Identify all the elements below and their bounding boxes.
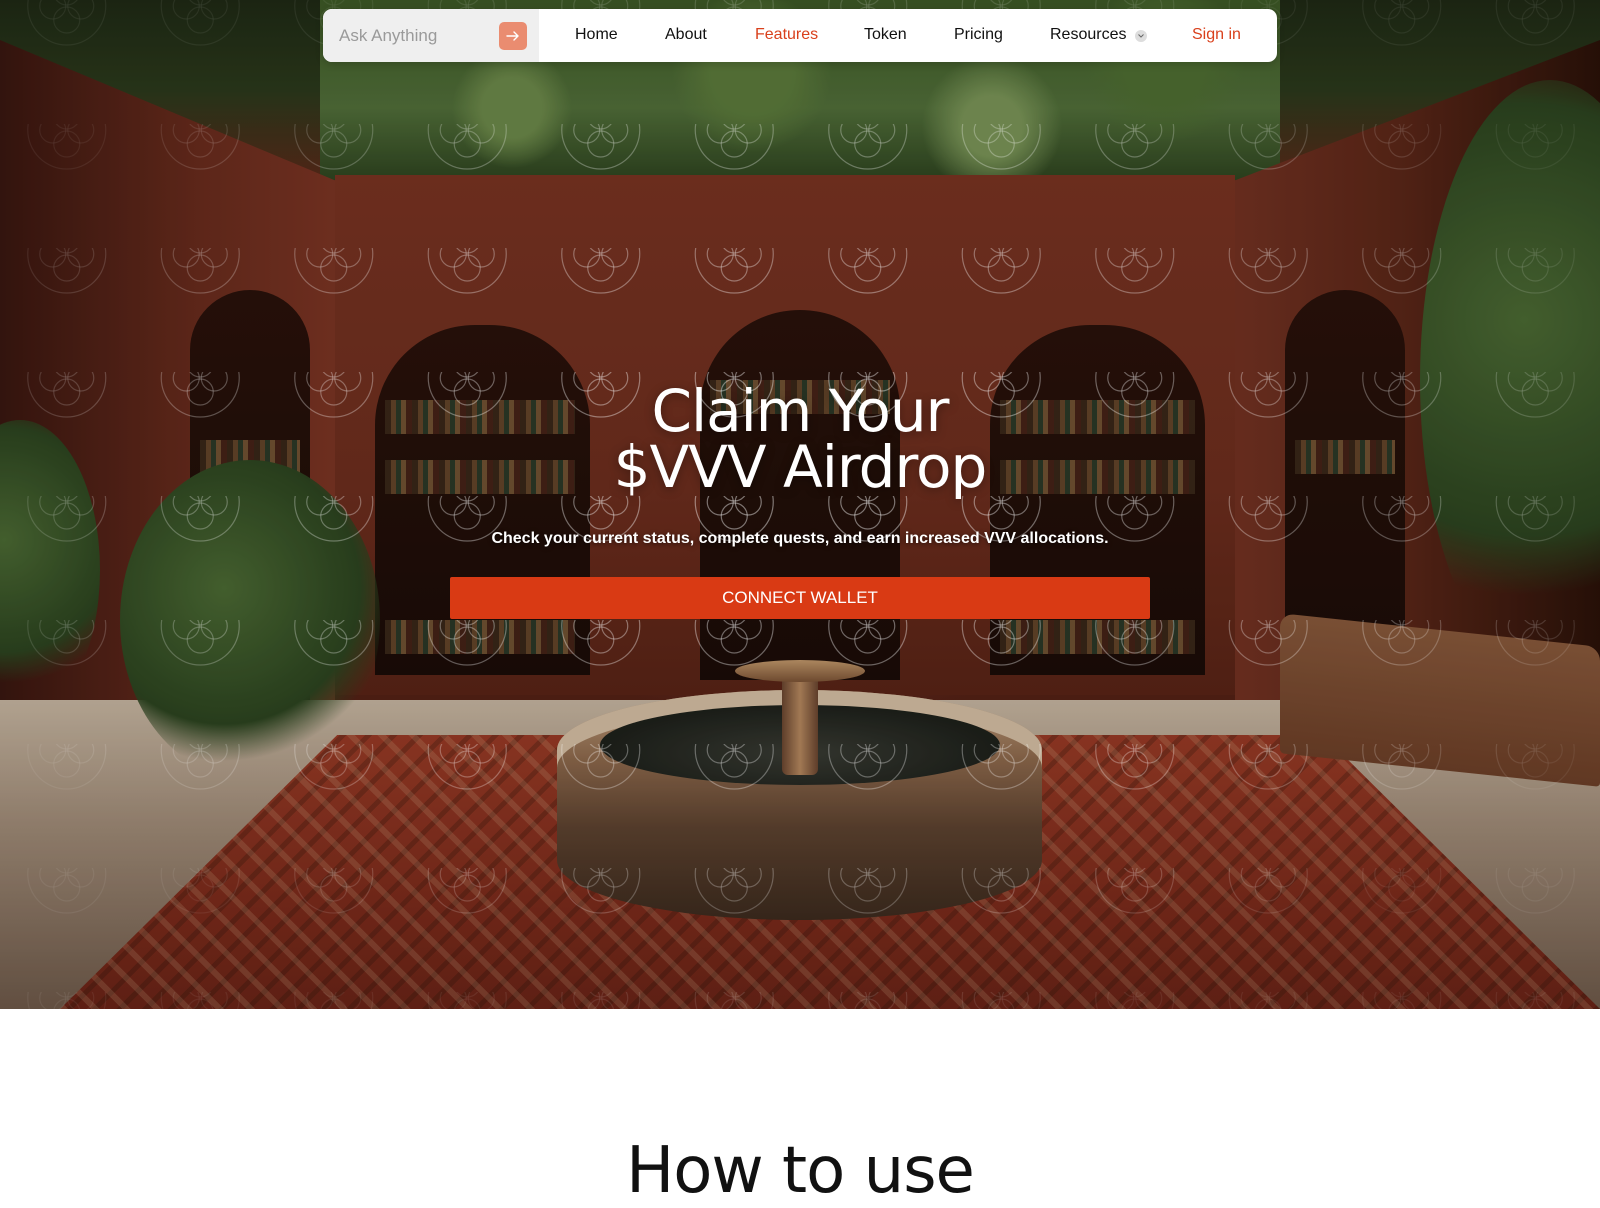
nav-item-resources[interactable]: Resources: [1050, 26, 1126, 44]
hero-title: Claim Your $VVV Airdrop: [400, 377, 1200, 501]
ask-anything-search: [323, 9, 539, 62]
top-navigation-bar: Home About Features Token Pricing Resour…: [323, 9, 1277, 62]
clover-pattern-overlay: [0, 0, 1600, 1009]
section-title-how-to-use: How to use: [626, 1134, 975, 1208]
hero-section: Claim Your $VVV Airdrop Check your curre…: [0, 0, 1600, 1009]
resources-dropdown-toggle[interactable]: [1135, 30, 1147, 42]
chevron-down-icon: [1138, 34, 1144, 38]
nav-item-token[interactable]: Token: [864, 26, 907, 44]
hero-subtitle: Check your current status, complete ques…: [491, 530, 1109, 547]
nav-item-features[interactable]: Features: [755, 26, 818, 44]
hero-title-line-1: Claim Your: [651, 377, 949, 445]
nav-item-home[interactable]: Home: [575, 26, 618, 44]
hero-title-line-2: $VVV Airdrop: [613, 433, 988, 501]
ask-anything-input[interactable]: [337, 21, 491, 51]
nav-item-pricing[interactable]: Pricing: [954, 26, 1003, 44]
sign-in-link[interactable]: Sign in: [1192, 26, 1241, 44]
connect-wallet-button[interactable]: CONNECT WALLET: [450, 577, 1150, 619]
nav-item-about[interactable]: About: [665, 26, 707, 44]
arrow-right-icon: [506, 31, 519, 41]
ask-submit-button[interactable]: [499, 22, 527, 50]
